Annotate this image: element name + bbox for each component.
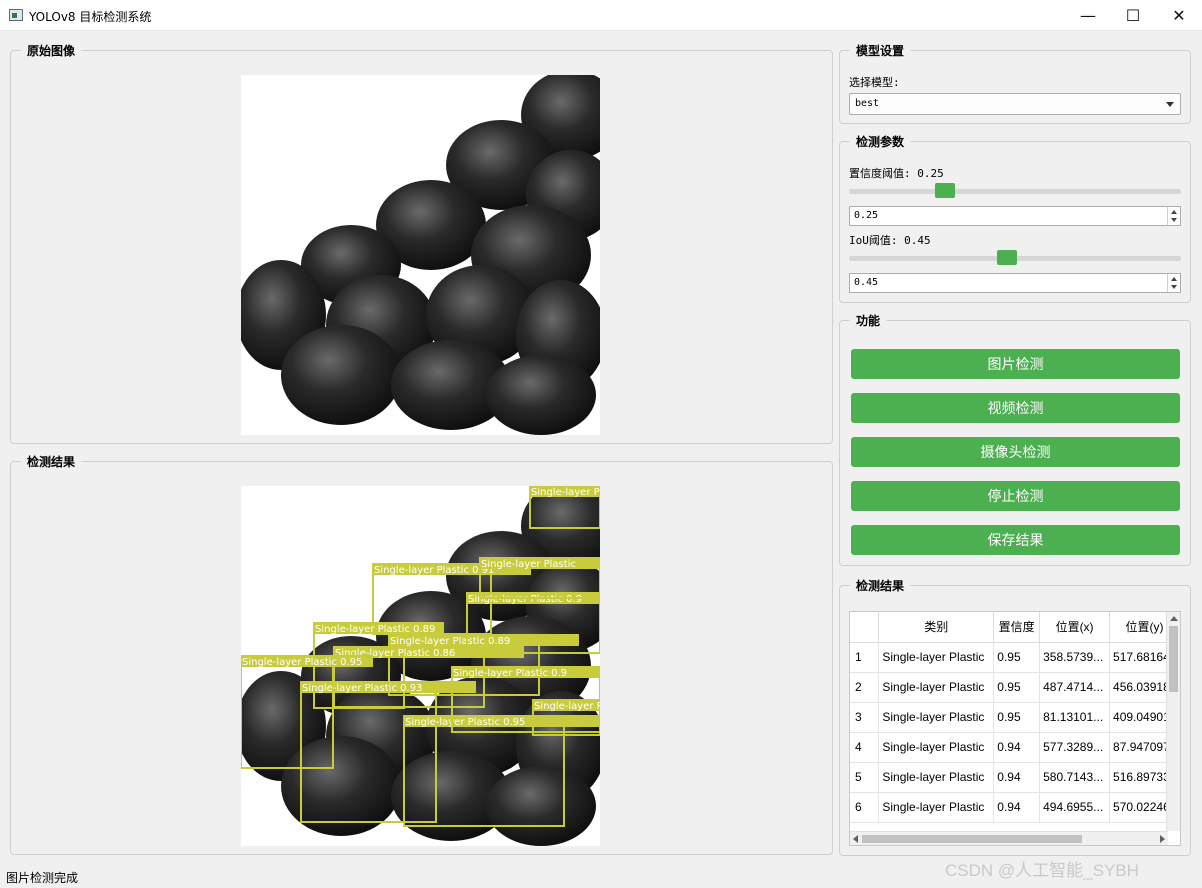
class-cell[interactable]: Single-layer Plastic [878,792,995,823]
spin-buttons[interactable] [1167,274,1180,292]
detection-label: Single-layer Plastic 0.95 [405,717,525,728]
iou-spinbox[interactable]: 0.45 [849,273,1181,293]
image-detect-button[interactable]: 图片检测 [851,349,1180,379]
class-cell[interactable]: Single-layer Plastic [878,642,995,673]
x-cell[interactable]: 577.3289... [1039,732,1111,763]
class-cell[interactable]: Single-layer Plastic [878,672,995,703]
row-number[interactable]: 6 [850,792,880,823]
original-image [241,75,600,435]
model-settings-title: 模型设置 [850,42,911,59]
row-number[interactable]: 1 [850,642,880,673]
scroll-left-icon[interactable] [853,835,858,843]
model-select-label: 选择模型: [849,76,900,89]
column-header[interactable]: 置信度 [993,612,1041,643]
app-icon [9,9,23,21]
scroll-up-icon[interactable] [1170,616,1178,621]
corner-header[interactable] [850,612,880,643]
confidence-cell[interactable]: 0.95 [993,642,1041,673]
x-cell[interactable]: 494.6955... [1039,792,1111,823]
horizontal-scroll-thumb[interactable] [862,835,1082,843]
detection-params-title: 检测参数 [850,133,911,150]
table-row[interactable]: 1 Single-layer Plastic 0.95 358.5739... 517.… [850,642,1180,673]
row-number[interactable]: 2 [850,672,880,703]
result-image-title: 检测结果 [21,453,82,470]
confidence-cell[interactable]: 0.94 [993,732,1041,763]
iou-slider-handle[interactable] [997,250,1017,265]
detection-label: Single-layer Plastic 0.9 [453,668,567,679]
window-title: YOLOv8 目标检测系统 [29,10,152,24]
spin-down-icon[interactable] [1171,218,1177,222]
functions-title: 功能 [850,312,887,329]
detection-label: Single-layer Plastic 0.89 [390,636,510,647]
confidence-value: 0.25 [854,210,879,221]
detection-label: Single-layer Plastic 0.9 [468,594,582,605]
detection-label: Single-layer Plastic 0.9 [534,701,600,712]
video-detect-button[interactable]: 视频检测 [851,393,1180,423]
row-number[interactable]: 4 [850,732,880,763]
class-cell[interactable]: Single-layer Plastic [878,762,995,793]
spin-buttons[interactable] [1167,207,1180,225]
confidence-spinbox[interactable]: 0.25 [849,206,1181,226]
maximize-button[interactable]: ☐ [1110,0,1156,30]
x-cell[interactable]: 580.7143... [1039,762,1111,793]
save-result-button[interactable]: 保存结果 [851,525,1180,555]
results-title: 检测结果 [850,577,911,594]
title-bar: YOLOv8 目标检测系统 — ☐ ✕ [0,0,1202,31]
confidence-slider-track [849,189,1181,194]
camera-detect-button[interactable]: 摄像头检测 [851,437,1180,467]
confidence-slider-handle[interactable] [935,183,955,198]
detection-label: Single-layer Plastic 0.89 [315,624,435,635]
status-bar: 图片检测完成 [6,871,79,885]
confidence-cell[interactable]: 0.95 [993,672,1041,703]
x-cell[interactable]: 81.13101... [1039,702,1111,733]
spin-up-icon[interactable] [1171,210,1177,214]
table-row[interactable]: 4 Single-layer Plastic 0.94 577.3289... 87.9… [850,732,1180,763]
result-image: Single-layer Plastic 0.95 Single-layer Pl… [241,486,600,846]
table-row[interactable]: 6 Single-layer Plastic 0.94 494.6955... 570.… [850,792,1180,823]
minimize-button[interactable]: — [1065,0,1111,30]
results-table[interactable]: 类别 置信度 位置(x) 位置(y) 1 Single-layer Plastic… [849,611,1181,846]
class-cell[interactable]: Single-layer Plastic [878,732,995,763]
confidence-cell[interactable]: 0.94 [993,762,1041,793]
scroll-right-icon[interactable] [1160,835,1165,843]
row-number[interactable]: 3 [850,702,880,733]
column-header[interactable]: 位置(x) [1039,612,1111,643]
iou-slider[interactable] [849,248,1181,268]
vertical-scrollbar[interactable] [1166,612,1180,831]
table-row[interactable]: 3 Single-layer Plastic 0.95 81.13101... 409.… [850,702,1180,733]
detection-label: Single-layer Plastic 0.91 [374,565,494,576]
detection-label: Single-layer Plastic 0.95 [242,657,362,668]
spin-down-icon[interactable] [1171,285,1177,289]
table-row[interactable]: 2 Single-layer Plastic 0.95 487.4714... 456.… [850,672,1180,703]
close-button[interactable]: ✕ [1156,0,1202,30]
stop-detect-button[interactable]: 停止检测 [851,481,1180,511]
model-select-value: best [855,98,880,109]
vertical-scroll-thumb[interactable] [1169,626,1178,692]
chevron-down-icon [1166,102,1174,107]
confidence-label: 置信度阈值: 0.25 [849,167,944,180]
confidence-cell[interactable]: 0.95 [993,702,1041,733]
confidence-cell[interactable]: 0.94 [993,792,1041,823]
watermark: CSDN @人工智能_SYBH [945,861,1139,880]
original-image-title: 原始图像 [21,42,82,59]
horizontal-scrollbar[interactable] [850,831,1168,845]
column-header[interactable]: 类别 [878,612,995,643]
model-select[interactable]: best [849,93,1181,115]
iou-label: IoU阈值: 0.45 [849,234,931,247]
table-row[interactable]: 5 Single-layer Plastic 0.94 580.7143... 516.… [850,762,1180,793]
detection-label: Single-layer Plastic [481,559,576,570]
x-cell[interactable]: 487.4714... [1039,672,1111,703]
iou-value: 0.45 [854,277,879,288]
class-cell[interactable]: Single-layer Plastic [878,702,995,733]
detection-label: Single-layer Plastic 0.93 [302,683,422,694]
confidence-slider[interactable] [849,181,1181,201]
row-number[interactable]: 5 [850,762,880,793]
spin-up-icon[interactable] [1171,277,1177,281]
x-cell[interactable]: 358.5739... [1039,642,1111,673]
detection-label: Single-layer Plastic 0.95 [531,487,600,498]
